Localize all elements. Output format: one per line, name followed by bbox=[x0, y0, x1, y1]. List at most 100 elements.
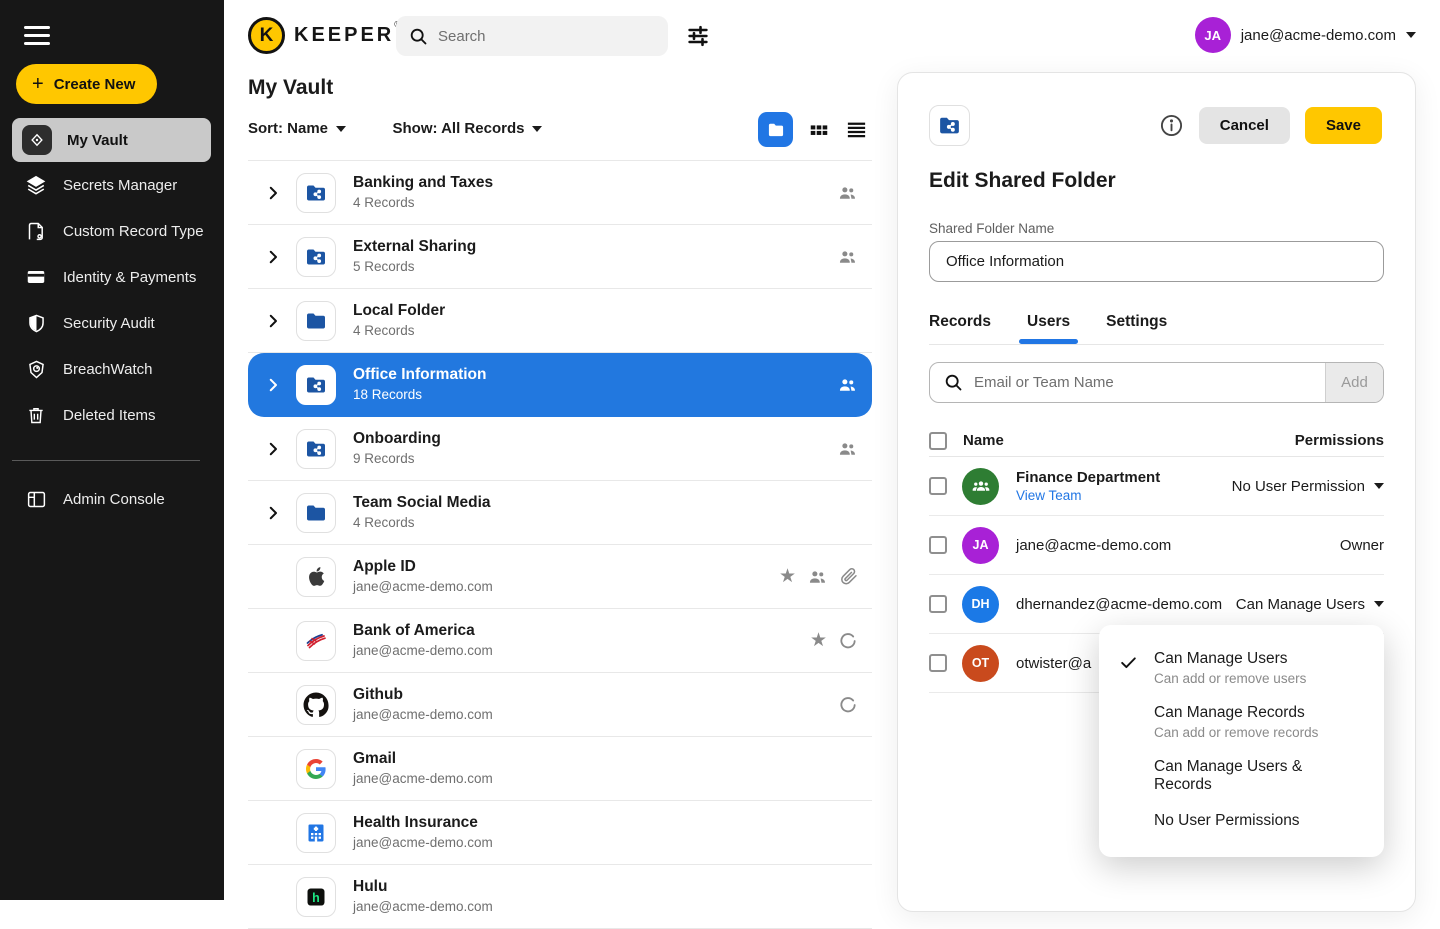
chevron-right-icon[interactable] bbox=[264, 376, 286, 394]
item-subtitle: jane@acme-demo.com bbox=[353, 898, 493, 916]
chevron-down-icon bbox=[1374, 483, 1384, 489]
sort-dropdown[interactable]: Sort: Name bbox=[248, 120, 346, 137]
panel-title: Edit Shared Folder bbox=[929, 169, 1116, 193]
email-or-team-input[interactable] bbox=[974, 374, 1325, 391]
health-insurance-icon bbox=[296, 813, 336, 853]
row-checkbox[interactable] bbox=[929, 595, 947, 613]
chevron-down-icon bbox=[336, 126, 346, 132]
user-row-jane[interactable]: JA jane@acme-demo.com Owner bbox=[929, 516, 1384, 575]
item-subtitle: jane@acme-demo.com bbox=[353, 834, 493, 852]
folder-icon bbox=[296, 493, 336, 533]
folder-icon bbox=[296, 301, 336, 341]
people-icon bbox=[837, 438, 858, 459]
edit-shared-folder-panel: Cancel Save Edit Shared Folder Shared Fo… bbox=[897, 72, 1416, 912]
row-checkbox[interactable] bbox=[929, 654, 947, 672]
cancel-button[interactable]: Cancel bbox=[1199, 107, 1290, 144]
star-icon[interactable]: ★ bbox=[810, 631, 827, 650]
sidebar-item-breachwatch[interactable]: BreachWatch bbox=[0, 346, 224, 392]
gmail-icon bbox=[296, 749, 336, 789]
document-gear-icon bbox=[24, 219, 48, 243]
folder-view-button[interactable] bbox=[758, 112, 793, 147]
folder-row-external-sharing[interactable]: External Sharing 5 Records bbox=[248, 225, 872, 289]
tabs-divider bbox=[929, 344, 1384, 345]
sidebar-item-security-audit[interactable]: Security Audit bbox=[0, 300, 224, 346]
sidebar-item-my-vault[interactable]: My Vault bbox=[12, 118, 211, 162]
star-icon[interactable]: ★ bbox=[779, 567, 796, 586]
menu-item-can-manage-records[interactable]: Can Manage Records Can add or remove rec… bbox=[1099, 695, 1384, 749]
menu-item-no-user-permissions[interactable]: No User Permissions bbox=[1099, 803, 1384, 839]
item-name: Team Social Media bbox=[353, 493, 491, 514]
row-checkbox[interactable] bbox=[929, 477, 947, 495]
user-row-finance-department[interactable]: Finance Department View Team No User Per… bbox=[929, 457, 1384, 516]
chevron-right-icon[interactable] bbox=[264, 184, 286, 202]
sidebar-item-identity-payments[interactable]: Identity & Payments bbox=[0, 254, 224, 300]
tab-settings[interactable]: Settings bbox=[1106, 313, 1167, 344]
record-row-hulu[interactable]: h Hulu jane@acme-demo.com bbox=[248, 865, 872, 929]
menu-item-can-manage-users-records[interactable]: Can Manage Users & Records bbox=[1099, 749, 1384, 803]
chevron-right-icon[interactable] bbox=[264, 248, 286, 266]
check-icon bbox=[1119, 650, 1141, 686]
add-button[interactable]: Add bbox=[1325, 363, 1383, 402]
save-button[interactable]: Save bbox=[1305, 107, 1382, 144]
hulu-icon: h bbox=[296, 877, 336, 917]
search-input[interactable] bbox=[438, 28, 638, 45]
sidebar-item-secrets-manager[interactable]: Secrets Manager bbox=[0, 162, 224, 208]
tab-users[interactable]: Users bbox=[1027, 313, 1070, 344]
row-checkbox[interactable] bbox=[929, 536, 947, 554]
chevron-right-icon[interactable] bbox=[264, 504, 286, 522]
item-name: Github bbox=[353, 685, 493, 706]
item-subtitle: jane@acme-demo.com bbox=[353, 706, 493, 724]
item-subtitle: 4 Records bbox=[353, 322, 445, 340]
user-name: Finance Department bbox=[1016, 469, 1160, 486]
global-search[interactable] bbox=[396, 16, 668, 56]
menu-item-can-manage-users[interactable]: Can Manage Users Can add or remove users bbox=[1099, 641, 1384, 695]
people-icon bbox=[837, 246, 858, 267]
shared-folder-name-input[interactable] bbox=[929, 241, 1384, 282]
permission-menu: Can Manage Users Can add or remove users… bbox=[1099, 625, 1384, 857]
people-icon bbox=[807, 566, 828, 587]
sync-icon bbox=[838, 631, 858, 651]
shield-eye-icon bbox=[24, 357, 48, 381]
user-avatar: DH bbox=[962, 586, 999, 623]
folder-row-local-folder[interactable]: Local Folder 4 Records bbox=[248, 289, 872, 353]
filter-sliders-icon[interactable] bbox=[686, 24, 710, 48]
record-row-bank-of-america[interactable]: Bank of America jane@acme-demo.com ★ bbox=[248, 609, 872, 673]
tab-records[interactable]: Records bbox=[929, 313, 991, 344]
record-row-health-insurance[interactable]: Health Insurance jane@acme-demo.com bbox=[248, 801, 872, 865]
list-view-button[interactable] bbox=[845, 118, 868, 141]
item-name: Hulu bbox=[353, 877, 493, 898]
folder-row-office-information[interactable]: Office Information 18 Records bbox=[248, 353, 872, 417]
permission-dropdown[interactable]: Can Manage Users bbox=[1236, 596, 1384, 613]
paperclip-icon bbox=[839, 567, 858, 586]
sidebar-item-label: Security Audit bbox=[63, 315, 155, 332]
grid-view-button[interactable] bbox=[808, 119, 830, 141]
panel-tabs: Records Users Settings bbox=[929, 313, 1167, 344]
sidebar-item-label: BreachWatch bbox=[63, 361, 152, 378]
show-dropdown[interactable]: Show: All Records bbox=[392, 120, 542, 137]
record-row-gmail[interactable]: Gmail jane@acme-demo.com bbox=[248, 737, 872, 801]
create-new-button[interactable]: + Create New bbox=[16, 64, 157, 104]
item-name: Gmail bbox=[353, 749, 493, 770]
sidebar-item-custom-record-type[interactable]: Custom Record Type bbox=[0, 208, 224, 254]
folder-row-onboarding[interactable]: Onboarding 9 Records bbox=[248, 417, 872, 481]
record-row-apple-id[interactable]: Apple ID jane@acme-demo.com ★ bbox=[248, 545, 872, 609]
record-row-github[interactable]: Github jane@acme-demo.com bbox=[248, 673, 872, 737]
folder-row-team-social-media[interactable]: Team Social Media 4 Records bbox=[248, 481, 872, 545]
sidebar-item-admin-console[interactable]: Admin Console bbox=[0, 476, 224, 522]
item-subtitle: jane@acme-demo.com bbox=[353, 642, 493, 660]
view-team-link[interactable]: View Team bbox=[1016, 488, 1160, 503]
item-subtitle: jane@acme-demo.com bbox=[353, 578, 493, 596]
chevron-right-icon[interactable] bbox=[264, 312, 286, 330]
hamburger-menu-icon[interactable] bbox=[24, 26, 50, 46]
info-icon[interactable] bbox=[1159, 113, 1184, 138]
sidebar-item-label: Identity & Payments bbox=[63, 269, 196, 286]
shared-folder-name-label: Shared Folder Name bbox=[929, 221, 1054, 236]
user-search: Add bbox=[929, 362, 1384, 403]
chevron-right-icon[interactable] bbox=[264, 440, 286, 458]
permission-dropdown[interactable]: No User Permission bbox=[1232, 478, 1384, 495]
shared-folder-icon bbox=[296, 237, 336, 277]
sidebar-item-deleted-items[interactable]: Deleted Items bbox=[0, 392, 224, 438]
account-menu[interactable]: JA jane@acme-demo.com bbox=[1195, 17, 1416, 53]
select-all-checkbox[interactable] bbox=[929, 432, 947, 450]
folder-row-banking-and-taxes[interactable]: Banking and Taxes 4 Records bbox=[248, 161, 872, 225]
